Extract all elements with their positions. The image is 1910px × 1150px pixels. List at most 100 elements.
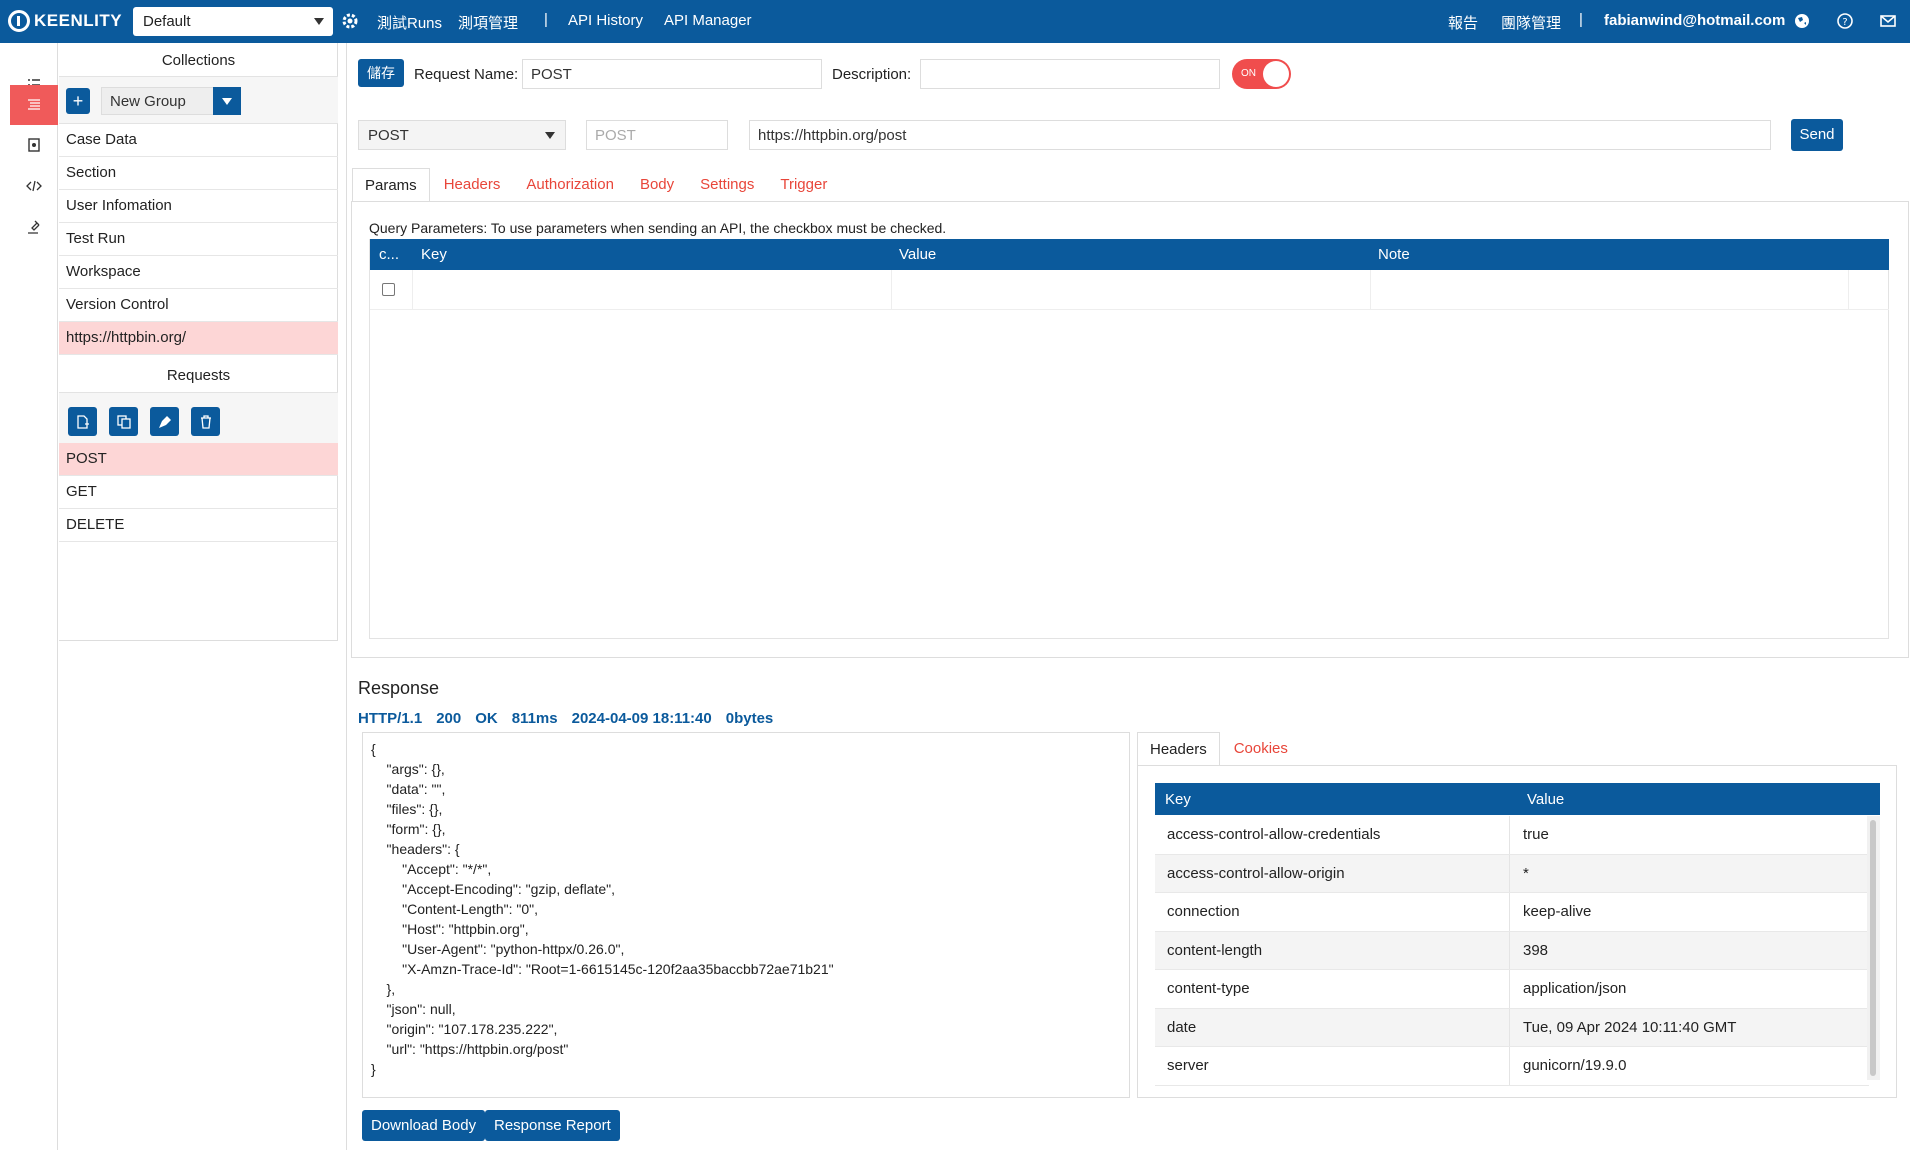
request-item-selected[interactable]: POST <box>59 443 338 476</box>
table-row: date Tue, 09 Apr 2024 10:11:40 GMT <box>1155 1008 1869 1047</box>
tab-response-headers[interactable]: Headers <box>1137 732 1220 766</box>
method-select[interactable]: POST <box>358 120 566 150</box>
request-tabs: Params Headers Authorization Body Settin… <box>352 168 841 202</box>
response-status-line: HTTP/1.1 200 OK 811ms 2024-04-09 18:11:4… <box>358 710 773 727</box>
send-button[interactable]: Send <box>1791 119 1843 151</box>
header-key: content-type <box>1167 980 1250 997</box>
collections-panel: Collections + New Group Case Data Sectio… <box>59 43 338 641</box>
tab-trigger[interactable]: Trigger <box>768 168 839 202</box>
brand-name: KEENLITY <box>34 11 123 30</box>
rail-collections-button[interactable] <box>10 85 58 125</box>
copy-request-button[interactable] <box>109 407 138 436</box>
cell-divider <box>1370 270 1371 310</box>
params-row <box>370 270 1889 310</box>
new-file-icon <box>76 414 89 429</box>
collection-item[interactable]: Case Data <box>59 124 338 157</box>
workspace-select[interactable]: Default <box>133 7 333 36</box>
header-key: date <box>1167 1018 1197 1036</box>
toggle-knob <box>1263 61 1289 87</box>
nav-api-history[interactable]: API History <box>568 12 643 29</box>
header-value: application/json <box>1523 980 1627 997</box>
table-row: access-control-allow-origin * <box>1155 854 1869 893</box>
table-row: server gunicorn/19.9.0 <box>1155 1047 1869 1086</box>
collection-item[interactable]: Test Run <box>59 223 338 256</box>
group-dropdown-button[interactable] <box>213 87 241 115</box>
delete-request-button[interactable] <box>191 407 220 436</box>
rail-code-button[interactable] <box>10 166 58 206</box>
collection-item[interactable]: User Infomation <box>59 190 338 223</box>
new-request-button[interactable] <box>68 407 97 436</box>
request-item[interactable]: DELETE <box>59 509 338 542</box>
mail-icon[interactable] <box>1879 12 1897 30</box>
table-row: access-control-allow-credentials true <box>1155 816 1869 855</box>
header-key: access-control-allow-credentials <box>1167 826 1381 843</box>
cell-divider <box>1848 270 1849 310</box>
method-input[interactable]: POST <box>586 120 728 150</box>
collection-list: Case Data Section User Infomation Test R… <box>59 124 338 355</box>
nav-separator: | <box>544 11 548 28</box>
brand-logo[interactable]: KEENLITY <box>8 9 122 33</box>
request-item[interactable]: GET <box>59 476 338 509</box>
response-report-button[interactable]: Response Report <box>485 1110 620 1141</box>
tab-authorization[interactable]: Authorization <box>514 168 626 202</box>
cell-divider <box>891 270 892 310</box>
description-input[interactable] <box>920 59 1220 89</box>
collection-item[interactable]: Section <box>59 157 338 190</box>
chevron-down-icon <box>545 132 555 139</box>
toggle-label: ON <box>1241 68 1256 79</box>
enabled-toggle[interactable]: ON <box>1232 59 1291 89</box>
param-checkbox[interactable] <box>382 283 395 296</box>
tab-params[interactable]: Params <box>352 168 430 202</box>
response-headers-table: access-control-allow-credentials true acc… <box>1155 816 1869 1086</box>
rail-document-button[interactable] <box>10 125 58 165</box>
header-key: content-length <box>1167 941 1263 959</box>
list-icon <box>28 99 40 110</box>
globe-icon[interactable] <box>1793 12 1811 30</box>
broom-icon <box>158 415 171 428</box>
params-grid-header: c... Key Value Note <box>370 239 1889 270</box>
table-row: connection keep-alive <box>1155 893 1869 932</box>
add-collection-button[interactable]: + <box>66 88 90 114</box>
request-name-input[interactable]: POST <box>522 59 822 89</box>
response-timestamp: 2024-04-09 18:11:40 <box>571 710 712 727</box>
response-body[interactable]: { "args": {}, "data": "", "files": {}, "… <box>362 732 1130 1098</box>
top-navbar: KEENLITY Default 測試Runs 測項管理 | API Histo… <box>0 0 1910 43</box>
column-header-key: Key <box>1165 791 1191 808</box>
clean-request-button[interactable] <box>150 407 179 436</box>
nav-team-management[interactable]: 團隊管理 <box>1501 12 1561 33</box>
url-input[interactable]: https://httpbin.org/post <box>749 120 1771 150</box>
scrollbar-thumb[interactable] <box>1870 820 1876 1076</box>
tab-settings[interactable]: Settings <box>688 168 766 202</box>
user-email[interactable]: fabianwind@hotmail.com <box>1604 12 1785 29</box>
response-tabs: Headers Cookies <box>1137 732 1302 766</box>
header-value: keep-alive <box>1523 903 1592 920</box>
tab-response-cookies[interactable]: Cookies <box>1222 732 1300 766</box>
collection-item-selected[interactable]: https://httpbin.org/ <box>59 322 338 355</box>
tab-body[interactable]: Body <box>628 168 686 202</box>
header-value: Tue, 09 Apr 2024 10:11:40 GMT <box>1523 1018 1737 1036</box>
collection-item[interactable]: Workspace <box>59 256 338 289</box>
status-text: OK <box>475 710 498 727</box>
collection-item[interactable]: Version Control <box>59 289 338 322</box>
column-header-value: Value <box>899 246 937 263</box>
help-icon[interactable]: ? <box>1836 12 1854 30</box>
svg-text:?: ? <box>1842 17 1847 28</box>
nav-api-manager[interactable]: API Manager <box>664 12 752 29</box>
nav-test-cases[interactable]: 測項管理 <box>458 12 518 33</box>
download-body-button[interactable]: Download Body <box>362 1110 486 1141</box>
copy-icon <box>116 414 131 429</box>
requests-toolbar <box>59 392 338 444</box>
table-row: content-length 398 <box>1155 931 1869 970</box>
save-button[interactable]: 儲存 <box>358 59 404 87</box>
nav-reports[interactable]: 報告 <box>1448 12 1478 33</box>
document-icon <box>28 138 40 152</box>
tab-headers[interactable]: Headers <box>432 168 513 202</box>
rail-test-button[interactable] <box>10 207 58 247</box>
nav-test-runs[interactable]: 測試Runs <box>377 12 442 33</box>
request-name-label: Request Name: <box>414 66 519 83</box>
cell-divider <box>412 270 413 310</box>
gear-icon[interactable] <box>340 11 360 31</box>
response-headers-table-header: Key Value <box>1155 783 1880 815</box>
header-key: server <box>1167 1057 1209 1074</box>
column-header-value: Value <box>1527 791 1565 808</box>
